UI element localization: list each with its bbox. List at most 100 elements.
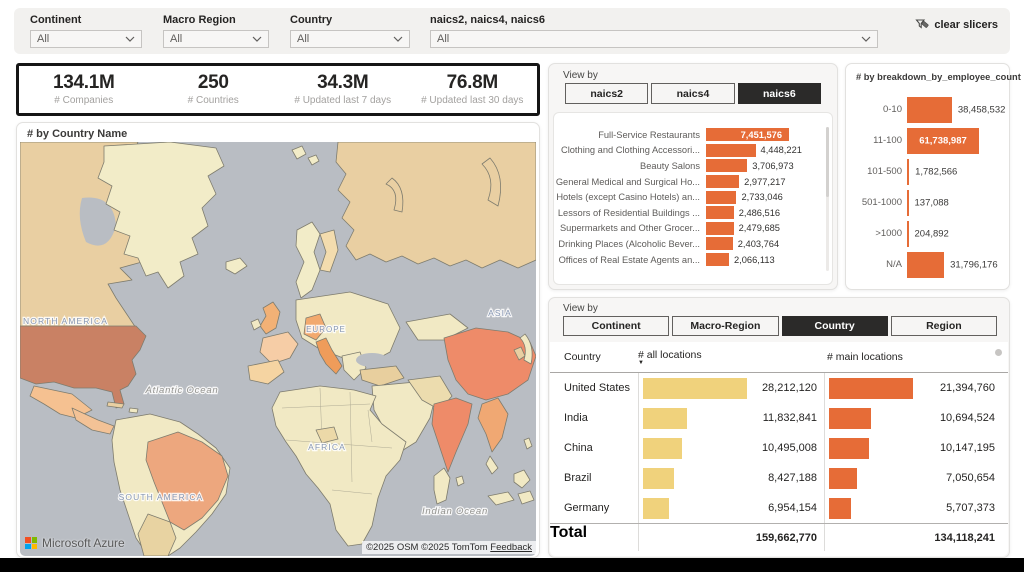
azure-brand-label: Microsoft Azure xyxy=(42,536,125,550)
naics-bar[interactable] xyxy=(706,191,736,204)
naics-bar[interactable] xyxy=(706,159,747,172)
employee-bar[interactable] xyxy=(907,159,909,185)
naics-bar-area: 2,479,685 xyxy=(706,222,832,235)
all-locations-bar[interactable] xyxy=(643,408,687,429)
slicer-value: All xyxy=(297,33,393,45)
map-attribution-brand: Microsoft Azure xyxy=(25,536,125,550)
region-russia[interactable] xyxy=(336,142,536,268)
chevron-down-icon xyxy=(252,36,262,42)
region-hispaniola[interactable] xyxy=(129,408,138,413)
naics-value-label: 2,403,764 xyxy=(738,239,779,249)
geo-table-scrollbar[interactable] xyxy=(995,349,1002,356)
tab-naics4[interactable]: naics4 xyxy=(651,83,734,104)
world-map[interactable]: NORTH AMERICA SOUTH AMERICA EUROPE ASIA … xyxy=(20,142,536,556)
naics-bar[interactable] xyxy=(706,144,756,157)
table-row[interactable]: India11,832,84110,694,524 xyxy=(550,403,1008,433)
all-locations-bar[interactable] xyxy=(643,438,682,459)
naics-bar[interactable] xyxy=(706,175,739,188)
main-locations-bar[interactable] xyxy=(829,438,869,459)
main-locations-cell: 10,147,195 xyxy=(824,433,1008,463)
naics-bar-row: Lessors of Residential Buildings ...2,48… xyxy=(554,205,832,221)
naics-category-label: Offices of Real Estate Agents an... xyxy=(554,255,706,265)
country-cell: China xyxy=(550,433,638,463)
column-header-main-locations[interactable]: # main locations xyxy=(824,342,1008,372)
tab-macro-region[interactable]: Macro-Region xyxy=(672,316,778,336)
naics-value-label: 2,479,685 xyxy=(739,223,780,233)
employee-bar-area: 61,738,987 xyxy=(907,128,1001,154)
clear-slicers-button[interactable]: clear slicers xyxy=(915,18,998,32)
naics-value-label: 2,733,046 xyxy=(741,192,782,202)
map-label-africa: AFRICA xyxy=(308,442,346,452)
chevron-down-icon xyxy=(393,36,403,42)
tab-region[interactable]: Region xyxy=(891,316,997,336)
map-visual: # by Country Name xyxy=(16,122,540,558)
main-locations-value: 5,707,373 xyxy=(946,502,995,514)
employee-count-panel: # by breakdown_by_employee_count 0-1038,… xyxy=(845,63,1010,290)
total-all-value: 159,662,770 xyxy=(756,532,817,544)
naics-bar-row: Hotels (except Casino Hotels) an...2,733… xyxy=(554,189,832,205)
main-locations-cell: 21,394,760 xyxy=(824,373,1008,403)
all-locations-bar[interactable] xyxy=(643,468,674,489)
slicer-title: Macro Region xyxy=(163,14,236,26)
kpi-value: 134.1M xyxy=(53,73,115,93)
slicer-dropdown[interactable]: All xyxy=(290,30,410,48)
all-locations-bar[interactable] xyxy=(643,498,669,519)
tab-country[interactable]: Country xyxy=(782,316,888,336)
table-row[interactable]: China10,495,00810,147,195 xyxy=(550,433,1008,463)
naics-category-label: Full-Service Restaurants xyxy=(554,130,706,140)
all-locations-bar[interactable] xyxy=(643,378,747,399)
main-locations-bar[interactable] xyxy=(829,468,857,489)
naics-bar[interactable] xyxy=(706,206,734,219)
clear-filter-eraser-icon xyxy=(915,18,929,32)
tab-continent[interactable]: Continent xyxy=(563,316,669,336)
employee-bar[interactable] xyxy=(907,190,909,216)
main-locations-bar[interactable] xyxy=(829,378,913,399)
kpi-label: # Countries xyxy=(188,95,239,106)
map-label-asia: ASIA xyxy=(488,308,512,318)
naics-bar[interactable] xyxy=(706,237,733,250)
tab-naics6[interactable]: naics6 xyxy=(738,83,821,104)
column-header-all-locations[interactable]: # all locations ▼ xyxy=(638,342,824,372)
main-locations-bar[interactable] xyxy=(829,408,871,429)
total-main-value: 134,118,241 xyxy=(934,532,995,544)
naics-category-label: Supermarkets and Other Grocer... xyxy=(554,223,706,233)
slicer-value: All xyxy=(37,33,125,45)
naics-value-label: 3,706,973 xyxy=(752,161,793,171)
employee-bar-row: 11-10061,738,987 xyxy=(854,125,1001,156)
powerbi-dashboard: Continent All Macro Region All Country All nai… xyxy=(0,0,1024,572)
slicer-value: All xyxy=(437,33,861,45)
main-locations-value: 10,694,524 xyxy=(940,412,995,424)
naics-bar[interactable] xyxy=(706,253,729,266)
employee-bar-row: 101-5001,782,566 xyxy=(854,156,1001,187)
table-total-row: Total159,662,770134,118,241 xyxy=(550,523,1008,551)
table-row[interactable]: Brazil8,427,1887,050,654 xyxy=(550,463,1008,493)
slicer-dropdown[interactable]: All xyxy=(30,30,142,48)
map-attribution-copyright: ©2025 OSM ©2025 TomTom Feedback xyxy=(362,541,536,554)
map-feedback-link[interactable]: Feedback xyxy=(490,542,532,553)
employee-bar[interactable] xyxy=(907,252,944,278)
naics-category-label: General Medical and Surgical Ho... xyxy=(554,177,706,187)
geo-tabs: ContinentMacro-RegionCountryRegion xyxy=(563,316,997,336)
all-locations-cell: 10,495,008 xyxy=(638,433,824,463)
slicer-dropdown[interactable]: All xyxy=(163,30,269,48)
naics-bar-row: Clothing and Clothing Accessori...4,448,… xyxy=(554,143,832,159)
slicer-bar: ContinentAllMacro RegionAllCountryAllnai… xyxy=(14,8,1010,54)
map-label-south-america: SOUTH AMERICA xyxy=(119,492,204,502)
table-row[interactable]: United States28,212,12021,394,760 xyxy=(550,373,1008,403)
employee-bucket-label: N/A xyxy=(854,259,907,270)
all-locations-cell: 28,212,120 xyxy=(638,373,824,403)
column-header-country[interactable]: Country xyxy=(550,342,638,372)
naics-bar[interactable] xyxy=(706,222,734,235)
table-row[interactable]: Germany6,954,1545,707,373 xyxy=(550,493,1008,523)
employee-bar[interactable] xyxy=(907,221,909,247)
employee-value-label: 137,088 xyxy=(915,197,949,208)
naics-tabs: naics2naics4naics6 xyxy=(565,83,821,104)
naics-chart-scrollbar[interactable] xyxy=(826,127,829,271)
employee-bar[interactable] xyxy=(907,97,952,123)
slicer-dropdown[interactable]: All xyxy=(430,30,878,48)
tab-naics2[interactable]: naics2 xyxy=(565,83,648,104)
kpi-strip: 134.1M# Companies250# Countries34.3M# Up… xyxy=(16,63,540,116)
employee-bucket-label: 11-100 xyxy=(854,135,907,146)
main-locations-bar[interactable] xyxy=(829,498,851,519)
employee-value-label: 61,738,987 xyxy=(907,135,979,146)
